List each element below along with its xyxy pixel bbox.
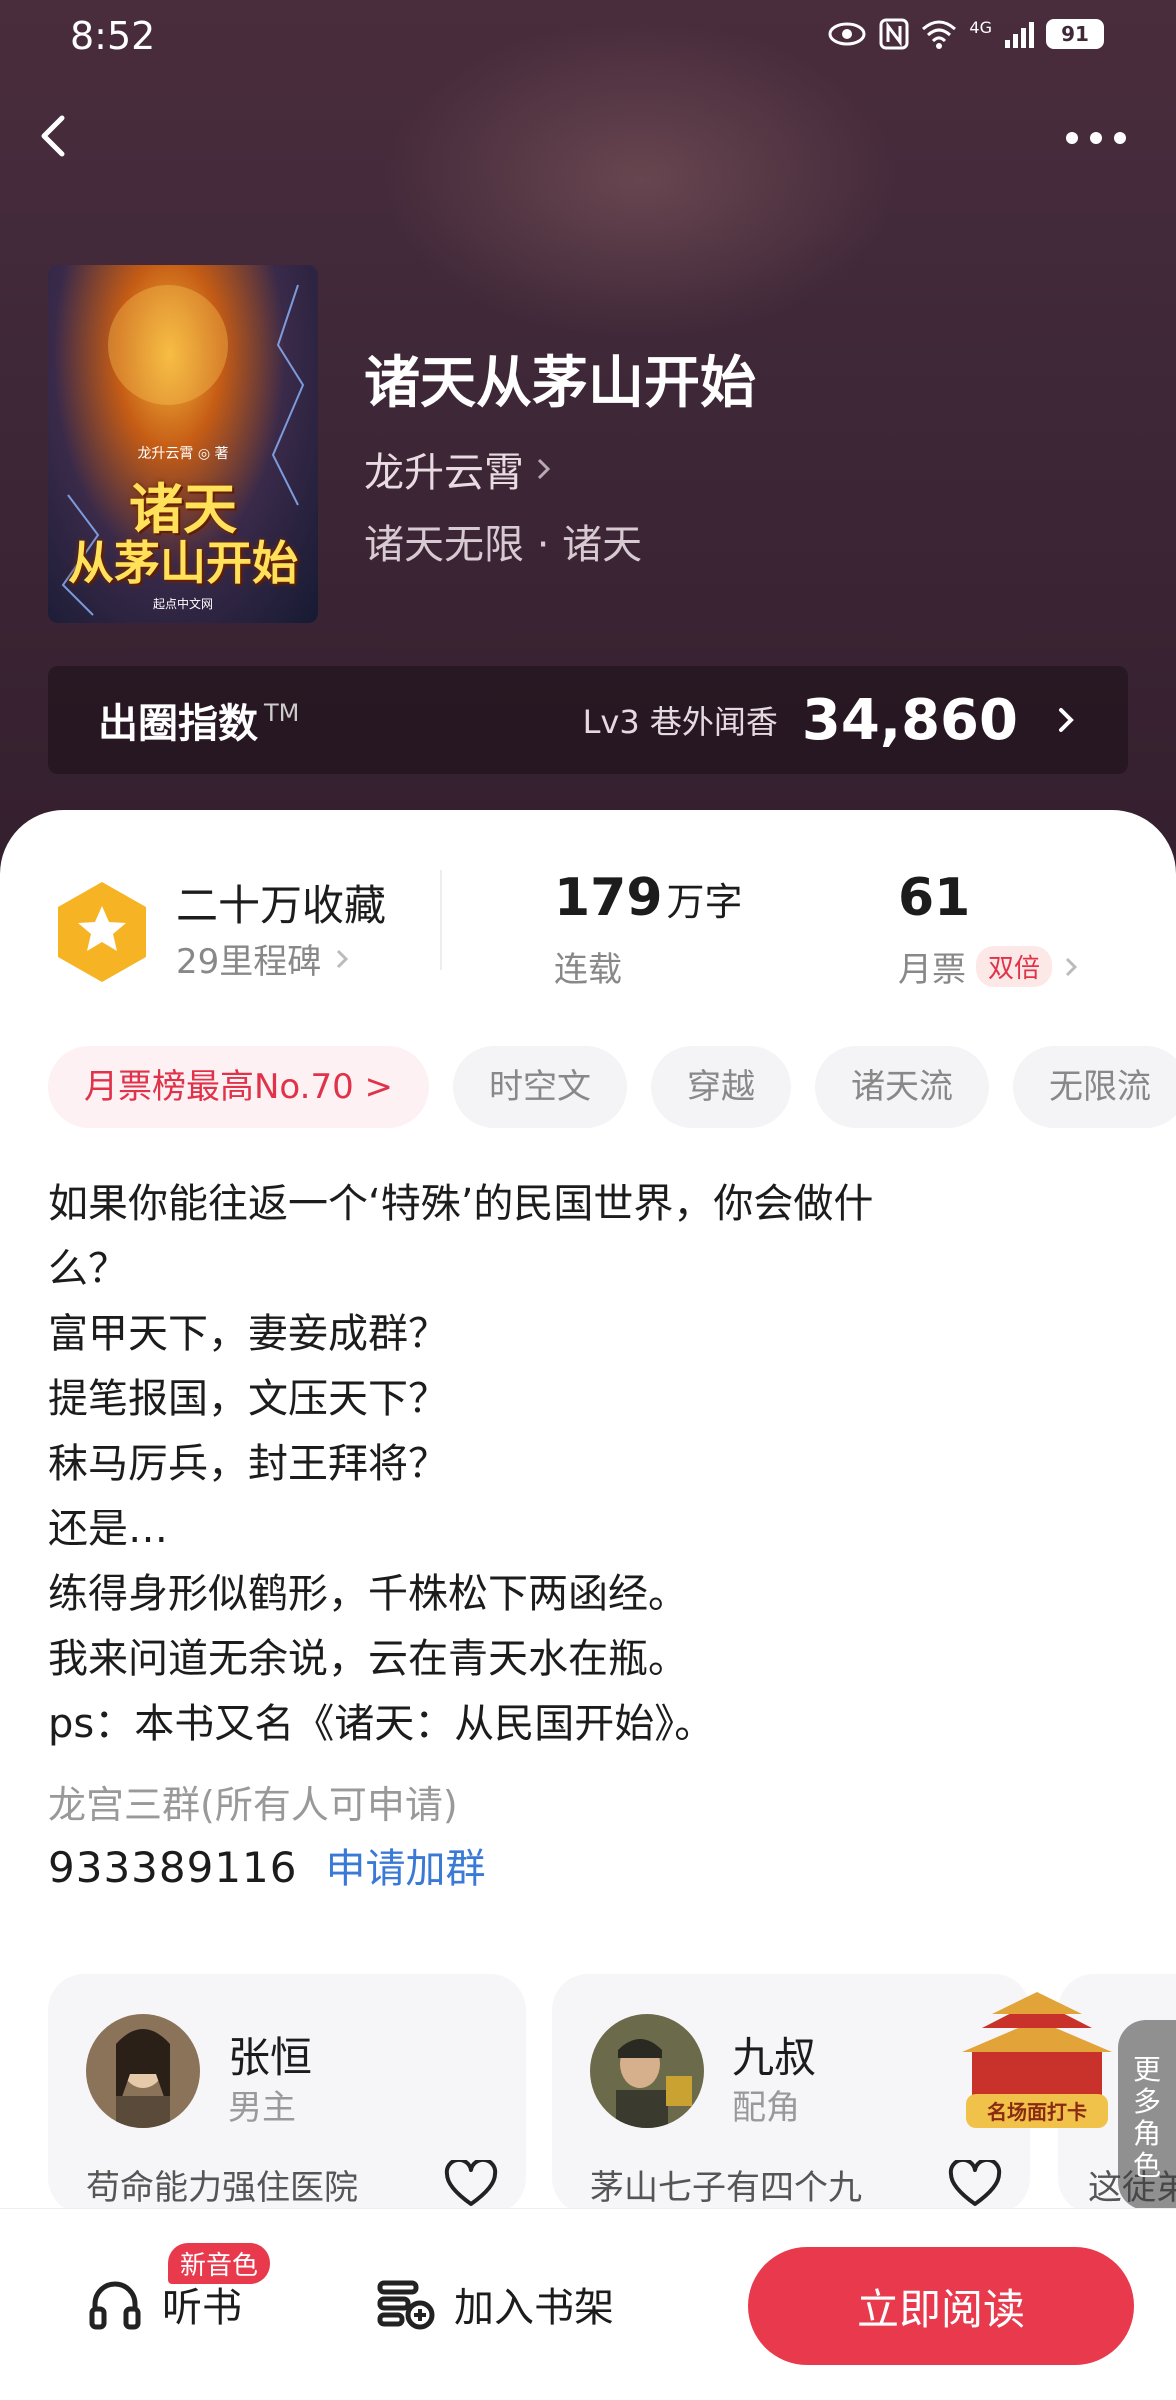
tags-row: 月票榜最高No.70 > 时空文 穿越 诸天流 无限流 (48, 1046, 1176, 1128)
synopsis-line: 我来问道无余说，云在青天水在瓶。 (48, 1636, 688, 1682)
tag[interactable]: 时空文 (453, 1046, 628, 1128)
tag[interactable]: 穿越 (651, 1046, 792, 1128)
nfc-icon (879, 18, 909, 50)
synopsis-line: ps：本书又名《诸天：从民国开始》。 (48, 1701, 715, 1747)
character-role: 男主 (228, 2088, 296, 2128)
serial-status: 连载 (554, 950, 622, 990)
stats-divider (440, 870, 442, 970)
synopsis-line: 练得身形似鹤形，千株松下两函经。 (48, 1571, 688, 1617)
checkin-badge[interactable]: 名场面打卡 (952, 1990, 1122, 2140)
author-link[interactable]: 龙升云霄 (364, 440, 554, 498)
add-shelf-label: 加入书架 (454, 2285, 614, 2331)
monthly-tickets-link[interactable]: 月票 双倍 (898, 942, 1080, 991)
character-desc: 苟命能力强住医院 (86, 2168, 358, 2208)
heart-icon[interactable] (948, 2160, 1002, 2208)
popularity-index-bar[interactable]: 出圈指数 TM Lv3 巷外闻香 34,860 (48, 666, 1128, 774)
tag-rank[interactable]: 月票榜最高No.70 > (48, 1046, 430, 1128)
status-icons: 4G 91 (827, 18, 1104, 50)
status-time: 8:52 (70, 14, 156, 58)
index-value: 34,860 (801, 687, 1018, 753)
apply-group-link[interactable]: 申请加群 (326, 1836, 486, 1894)
headphones-icon (89, 2281, 141, 2330)
avatar (590, 2014, 704, 2128)
cover-publisher: 起点中文网 (152, 597, 213, 611)
heart-icon[interactable] (444, 2160, 498, 2208)
author-name: 龙升云霄 (364, 450, 524, 496)
monthly-tickets-number: 61 (898, 868, 971, 928)
signal-icon (1005, 22, 1034, 48)
synopsis-line: 富甲天下，妻妾成群？ (48, 1311, 448, 1357)
chevron-right-icon (537, 458, 551, 480)
index-level: Lv3 巷外闻香 (582, 703, 778, 741)
index-trademark: TM (264, 699, 300, 727)
index-label: 出圈指数 (98, 701, 258, 747)
more-dot (1090, 132, 1102, 144)
battery-icon: 91 (1046, 19, 1104, 49)
milestone-text: 29里程碑 (176, 942, 322, 982)
book-genre: 诸天无限 · 诸天 (364, 522, 643, 568)
monthly-tickets-label: 月票 (898, 950, 966, 990)
more-dots-icon (1066, 132, 1078, 144)
milestone-link[interactable]: 29里程碑 (176, 934, 351, 983)
add-to-shelf-button[interactable]: 加入书架 (376, 2275, 614, 2333)
more-dot (1114, 132, 1126, 144)
index-right: Lv3 巷外闻香 34,860 (583, 688, 1078, 753)
chevron-right-icon (337, 949, 349, 968)
add-shelf-icon (377, 2280, 435, 2330)
back-button[interactable] (28, 106, 78, 166)
synopsis-line: 提笔报国，文压天下？ (48, 1376, 448, 1422)
double-badge: 双倍 (976, 946, 1053, 987)
hero-glow (380, 20, 900, 340)
more-button[interactable] (1056, 120, 1136, 156)
cover-author: 龙升云霄 ◎ 著 (137, 446, 229, 462)
group-number: 933389116 (48, 1843, 298, 1892)
word-count: 179 万字 (554, 868, 743, 928)
read-now-button[interactable]: 立即阅读 (748, 2247, 1134, 2365)
collection-title: 二十万收藏 (176, 881, 387, 930)
chevron-left-icon (41, 115, 65, 157)
character-card[interactable]: 张恒 男主 苟命能力强住医院 (48, 1974, 526, 2214)
more-roles-button[interactable]: 更多角色 (1118, 2020, 1176, 2210)
tag[interactable]: 无限流 (1013, 1046, 1176, 1128)
network-type: 4G (969, 17, 992, 37)
group-label: 龙宫三群(所有人可申请) (48, 1783, 458, 1827)
avatar (86, 2014, 200, 2128)
cover-subtitle: 从茅山开始 (68, 536, 298, 590)
more-roles-label: 更多角色 (1132, 2053, 1161, 2182)
group-row: 933389116 申请加群 (48, 1836, 486, 1894)
eye-icon (828, 22, 866, 46)
synopsis-line: 秣马厉兵，封王拜将？ (48, 1441, 448, 1487)
wifi-icon (922, 20, 957, 49)
new-voice-badge: 新音色 (168, 2243, 271, 2284)
synopsis-line: 么？ (48, 1246, 128, 1292)
word-count-number: 179 (554, 868, 663, 928)
chevron-right-icon (1059, 708, 1074, 732)
character-name: 张恒 (228, 2033, 313, 2082)
collection-badge-icon (58, 882, 146, 982)
word-count-unit: 万字 (666, 880, 743, 924)
checkin-label: 名场面打卡 (987, 2100, 1087, 2124)
book-title: 诸天从茅山开始 (364, 350, 756, 416)
tag[interactable]: 诸天流 (815, 1046, 990, 1128)
character-role: 配角 (732, 2088, 800, 2128)
chevron-right-icon (1065, 957, 1078, 976)
bottom-action-bar: 听书 新音色 加入书架 立即阅读 (0, 2208, 1176, 2400)
synopsis[interactable]: 如果你能往返一个‘特殊’的民国世界，你会做什 么？ 富甲天下，妻妾成群？ 提笔报… (48, 1172, 1058, 1757)
character-name: 九叔 (732, 2033, 817, 2082)
character-desc: 茅山七子有四个九 (590, 2168, 862, 2208)
synopsis-line: 还是… (48, 1506, 168, 1552)
synopsis-line: 如果你能往返一个‘特殊’的民国世界，你会做什 (48, 1181, 874, 1227)
book-cover[interactable]: 龙升云霄 ◎ 著 诸天 从茅山开始 起点中文网 (48, 265, 318, 623)
